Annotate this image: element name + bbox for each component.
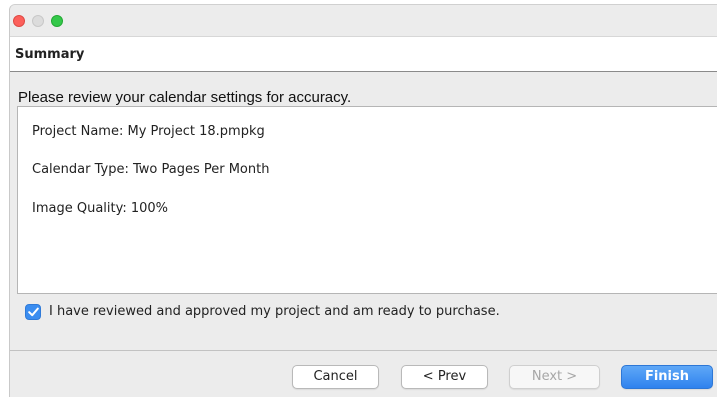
wizard-window: Summary Please review your calendar sett… bbox=[9, 4, 717, 397]
summary-panel: Project Name: My Project 18.pmpkg Calend… bbox=[17, 106, 717, 294]
image-quality-text: Image Quality: 100% bbox=[32, 201, 169, 216]
step-header: Summary bbox=[10, 37, 717, 72]
project-name-text: Project Name: My Project 18.pmpkg bbox=[32, 124, 265, 139]
prev-button[interactable]: < Prev bbox=[401, 365, 488, 389]
footer-divider bbox=[10, 350, 717, 351]
approval-label[interactable]: I have reviewed and approved my project … bbox=[49, 304, 500, 319]
close-window-button[interactable] bbox=[13, 15, 25, 27]
title-bar bbox=[10, 5, 717, 37]
cancel-button[interactable]: Cancel bbox=[292, 365, 379, 389]
next-button[interactable]: Next > bbox=[509, 365, 600, 389]
zoom-window-button[interactable] bbox=[51, 15, 63, 27]
minimize-window-button[interactable] bbox=[32, 15, 44, 27]
review-prompt: Please review your calendar settings for… bbox=[18, 89, 352, 106]
calendar-type-text: Calendar Type: Two Pages Per Month bbox=[32, 162, 270, 177]
step-title: Summary bbox=[15, 47, 85, 62]
approval-checkbox[interactable] bbox=[25, 304, 41, 320]
checkmark-icon bbox=[28, 307, 39, 317]
finish-button[interactable]: Finish bbox=[621, 365, 713, 389]
